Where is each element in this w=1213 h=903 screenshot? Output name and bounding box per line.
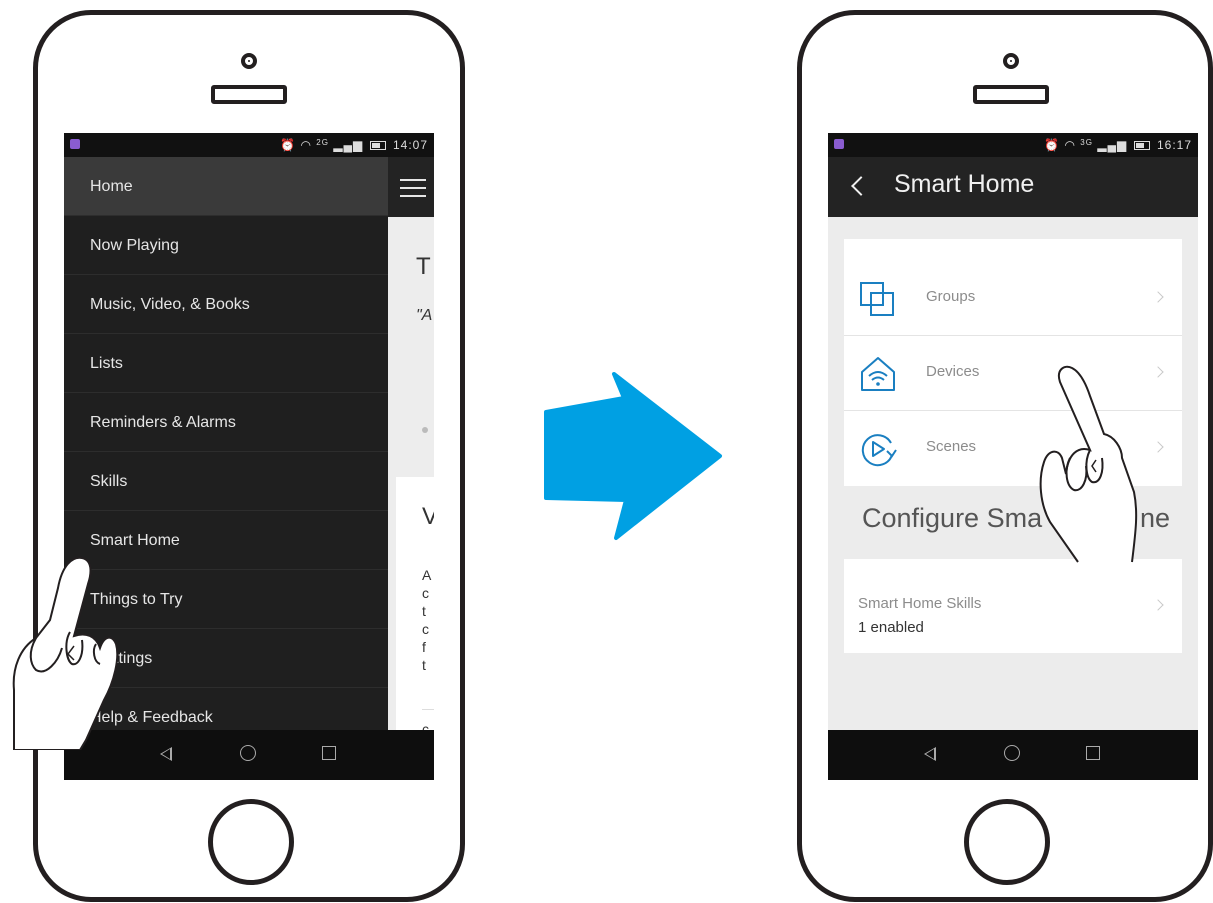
- notification-icon: [70, 139, 80, 149]
- nav-recents-icon[interactable]: [322, 746, 336, 760]
- wifi-icon: ◠: [1064, 138, 1076, 152]
- left-status-icons: ⏰ ◠ 2G ▂▄▆ 14:07: [280, 138, 428, 152]
- devices-icon: [861, 357, 895, 391]
- right-home-button: [964, 799, 1050, 885]
- groups-icon: [860, 282, 894, 316]
- configure-section-title: Configure Sma: [862, 503, 1043, 533]
- hamburger-menu-icon[interactable]: [400, 179, 426, 181]
- card-text-fragment-5: f: [422, 639, 426, 655]
- alarm-icon: ⏰: [280, 138, 297, 152]
- card-text-fragment-1: A: [422, 567, 432, 583]
- status-time: 16:17: [1156, 138, 1192, 152]
- network-type: 2G: [316, 138, 329, 147]
- chevron-right-icon: [1152, 441, 1164, 453]
- wifi-icon: ◠: [300, 138, 312, 152]
- nav-back-icon[interactable]: [160, 747, 172, 761]
- background-card: V A c t c f t c: [396, 477, 434, 737]
- card-text-fragment-3: t: [422, 603, 426, 619]
- left-speaker: [211, 85, 287, 104]
- back-arrow-icon[interactable]: [851, 176, 871, 196]
- chevron-right-icon: [1152, 366, 1164, 378]
- chevron-right-icon: [1152, 599, 1164, 611]
- network-type: 3G: [1080, 138, 1093, 147]
- menu-item-home[interactable]: Home: [64, 157, 388, 216]
- left-front-camera: [241, 53, 257, 69]
- background-header: [388, 157, 434, 217]
- notification-icon: [834, 139, 844, 149]
- status-time: 14:07: [392, 138, 428, 152]
- menu-item-lists[interactable]: Lists: [64, 334, 388, 393]
- menu-item-music-video-books[interactable]: Music, Video, & Books: [64, 275, 388, 334]
- right-android-nav-bar: [828, 730, 1198, 780]
- tapping-hand-icon: [1039, 365, 1138, 563]
- smart-home-header: Smart Home: [828, 157, 1198, 217]
- chevron-right-icon: [1152, 291, 1164, 303]
- right-phone: ⏰ ◠ 3G ▂▄▆ 16:17 Smart Home Groups Devic…: [797, 10, 1213, 902]
- skills-enabled-count: 1 enabled: [858, 619, 924, 636]
- battery-icon: [1133, 141, 1150, 151]
- right-speaker: [973, 85, 1049, 104]
- menu-item-now-playing[interactable]: Now Playing: [64, 216, 388, 275]
- groups-label: Groups: [926, 288, 976, 305]
- menu-item-skills[interactable]: Skills: [64, 452, 388, 511]
- card-text-fragment-6: t: [422, 657, 426, 673]
- menu-item-reminders-alarms[interactable]: Reminders & Alarms: [64, 393, 388, 452]
- background-home-page: T "A V A c t c f t c: [388, 157, 434, 737]
- nav-recents-icon[interactable]: [1086, 746, 1100, 760]
- card-heading-fragment: V: [422, 503, 434, 530]
- signal-icon: ▂▄▆: [1097, 138, 1128, 152]
- right-status-bar: ⏰ ◠ 3G ▂▄▆ 16:17: [828, 133, 1198, 157]
- background-heading-fragment: T: [416, 253, 431, 280]
- left-home-button: [208, 799, 294, 885]
- nav-home-icon[interactable]: [240, 745, 256, 761]
- carousel-dot: [422, 427, 428, 433]
- scenes-icon: [861, 434, 897, 467]
- nav-back-icon[interactable]: [924, 747, 936, 761]
- right-front-camera: [1003, 53, 1019, 69]
- page-title: Smart Home: [894, 170, 1035, 198]
- signal-icon: ▂▄▆: [333, 138, 364, 152]
- right-arrow-icon: [544, 372, 722, 540]
- background-quote-fragment: "A: [416, 307, 433, 324]
- row-groups[interactable]: Groups: [844, 261, 1182, 336]
- card-text-fragment-4: c: [422, 621, 429, 637]
- card-text-fragment-2: c: [422, 585, 429, 601]
- alarm-icon: ⏰: [1044, 138, 1061, 152]
- smart-home-skills-card[interactable]: Smart Home Skills 1 enabled: [844, 559, 1182, 653]
- smart-home-skills-label: Smart Home Skills: [858, 595, 982, 612]
- card-divider: [422, 709, 434, 710]
- left-phone: ⏰ ◠ 2G ▂▄▆ 14:07 T "A V A c t c f t c Ho…: [33, 10, 465, 902]
- battery-icon: [369, 141, 386, 151]
- tapping-hand-icon: [12, 556, 119, 750]
- scenes-label: Scenes: [926, 438, 977, 455]
- left-status-bar: ⏰ ◠ 2G ▂▄▆ 14:07: [64, 133, 434, 157]
- nav-home-icon[interactable]: [1004, 745, 1020, 761]
- devices-label: Devices: [926, 363, 980, 380]
- right-status-icons: ⏰ ◠ 3G ▂▄▆ 16:17: [1044, 138, 1192, 152]
